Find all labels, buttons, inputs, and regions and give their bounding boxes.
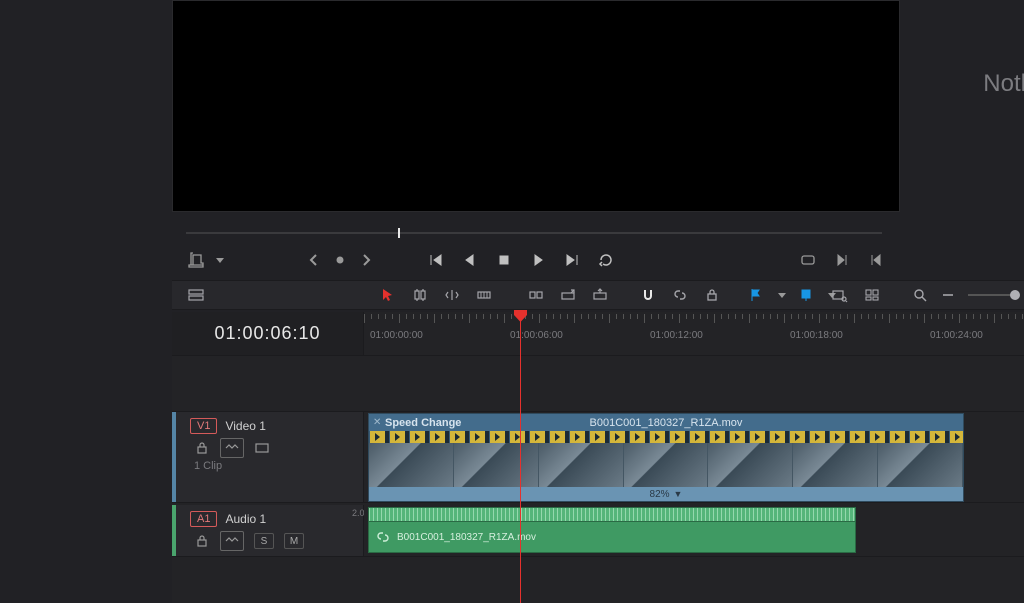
chevron-left-icon[interactable] — [306, 252, 322, 268]
next-clip-icon[interactable] — [834, 252, 850, 268]
video-clip-titlebar: ✕ Speed Change B001C001_180327_R1ZA.mov — [369, 414, 963, 431]
flag-dropdown-icon[interactable] — [778, 293, 786, 298]
clip-count-label: 1 Clip — [194, 460, 222, 472]
timecode-display[interactable]: 01:00:06:10 — [172, 312, 364, 356]
audio-track-accent — [172, 505, 176, 556]
timeline-ruler[interactable]: 01:00:00:00 01:00:06:00 01:00:12:00 01:0… — [364, 312, 1024, 356]
video-track-lane[interactable]: ✕ Speed Change B001C001_180327_R1ZA.mov … — [364, 412, 1024, 503]
crop-dropdown-icon[interactable] — [216, 258, 224, 263]
track-lock-icon[interactable] — [194, 533, 210, 549]
viewer-scrubber-position[interactable] — [398, 228, 400, 238]
flag-icon[interactable] — [748, 287, 764, 303]
auto-select-icon[interactable] — [220, 531, 244, 551]
right-panel-placeholder: Noth — [983, 70, 1024, 98]
video-track-accent — [172, 412, 176, 502]
ruler-label: 01:00:24:00 — [930, 330, 983, 341]
clip-name-label: B001C001_180327_R1ZA.mov — [369, 417, 963, 429]
transport-bar — [172, 248, 900, 272]
playhead[interactable] — [520, 314, 521, 603]
ruler-label: 01:00:18:00 — [790, 330, 843, 341]
clip-speed-bar[interactable]: 82% ▼ — [369, 487, 963, 501]
audio-track-name: Audio 1 — [225, 512, 266, 526]
overwrite-clip-icon[interactable] — [560, 287, 576, 303]
ruler-label: 01:00:00:00 — [370, 330, 423, 341]
link-icon — [375, 529, 391, 545]
lock-icon[interactable] — [704, 287, 720, 303]
speed-dropdown-icon[interactable]: ▼ — [674, 489, 683, 499]
mute-button[interactable]: M — [284, 533, 304, 549]
match-frame-icon[interactable] — [800, 252, 816, 268]
play-icon[interactable] — [530, 252, 546, 268]
blade-tool-icon[interactable] — [476, 287, 492, 303]
track-enable-icon[interactable] — [254, 440, 270, 456]
audio-clip[interactable]: B001C001_180327_R1ZA.mov — [368, 507, 856, 553]
ruler-label: 01:00:12:00 — [650, 330, 703, 341]
crop-icon[interactable] — [188, 252, 204, 268]
audio-channel-format: 2.0 — [352, 508, 365, 518]
solo-button[interactable]: S — [254, 533, 274, 549]
insert-clip-icon[interactable] — [528, 287, 544, 303]
selection-tool-icon[interactable] — [380, 287, 396, 303]
zoom-out-icon[interactable] — [940, 287, 956, 303]
timecode-value: 01:00:06:10 — [214, 323, 320, 344]
search-timeline-icon[interactable] — [832, 287, 848, 303]
snap-icon[interactable] — [640, 287, 656, 303]
timeline-toolbar — [172, 280, 1024, 310]
audio-clip-name: B001C001_180327_R1ZA.mov — [397, 532, 536, 543]
speed-indicator-band — [369, 431, 963, 443]
viewer-panel — [172, 0, 900, 212]
marker-icon[interactable] — [798, 287, 814, 303]
timeline-view-icon[interactable] — [188, 287, 204, 303]
playhead-cap-icon — [514, 310, 527, 322]
viewer-scrubber-track[interactable] — [186, 232, 882, 234]
video-track-name: Video 1 — [225, 419, 265, 433]
replace-clip-icon[interactable] — [592, 287, 608, 303]
dynamic-trim-icon[interactable] — [444, 287, 460, 303]
zoom-slider[interactable] — [968, 294, 1018, 296]
clip-speed-value: 82% — [650, 489, 670, 500]
trim-tool-icon[interactable] — [412, 287, 428, 303]
ruler-label: 01:00:06:00 — [510, 330, 563, 341]
track-area: V1 Video 1 1 Clip ✕ Speed Change B001C00… — [172, 356, 1024, 603]
link-icon[interactable] — [672, 287, 688, 303]
audio-waveform — [369, 508, 855, 522]
jump-end-icon[interactable] — [564, 252, 580, 268]
step-back-icon[interactable] — [462, 252, 478, 268]
video-track-header[interactable]: V1 Video 1 1 Clip — [172, 412, 364, 503]
video-clip[interactable]: ✕ Speed Change B001C001_180327_R1ZA.mov … — [368, 413, 964, 502]
auto-select-icon[interactable] — [220, 438, 244, 458]
search-icon[interactable] — [912, 287, 928, 303]
stop-icon[interactable] — [496, 252, 512, 268]
audio-track-tag[interactable]: A1 — [190, 511, 217, 527]
prev-clip-icon[interactable] — [868, 252, 884, 268]
audio-track-lane[interactable]: B001C001_180327_R1ZA.mov — [364, 505, 1024, 557]
record-dot-icon[interactable] — [332, 252, 348, 268]
audio-track-header[interactable]: A1 Audio 1 S M — [172, 505, 364, 557]
empty-track-space — [172, 356, 1024, 412]
zoom-slider-knob[interactable] — [1010, 290, 1020, 300]
jump-start-icon[interactable] — [428, 252, 444, 268]
video-track-tag[interactable]: V1 — [190, 418, 217, 434]
loop-icon[interactable] — [598, 252, 614, 268]
clip-thumbnails — [369, 443, 963, 487]
chevron-right-icon[interactable] — [358, 252, 374, 268]
stacks-icon[interactable] — [864, 287, 880, 303]
track-lock-icon[interactable] — [194, 440, 210, 456]
